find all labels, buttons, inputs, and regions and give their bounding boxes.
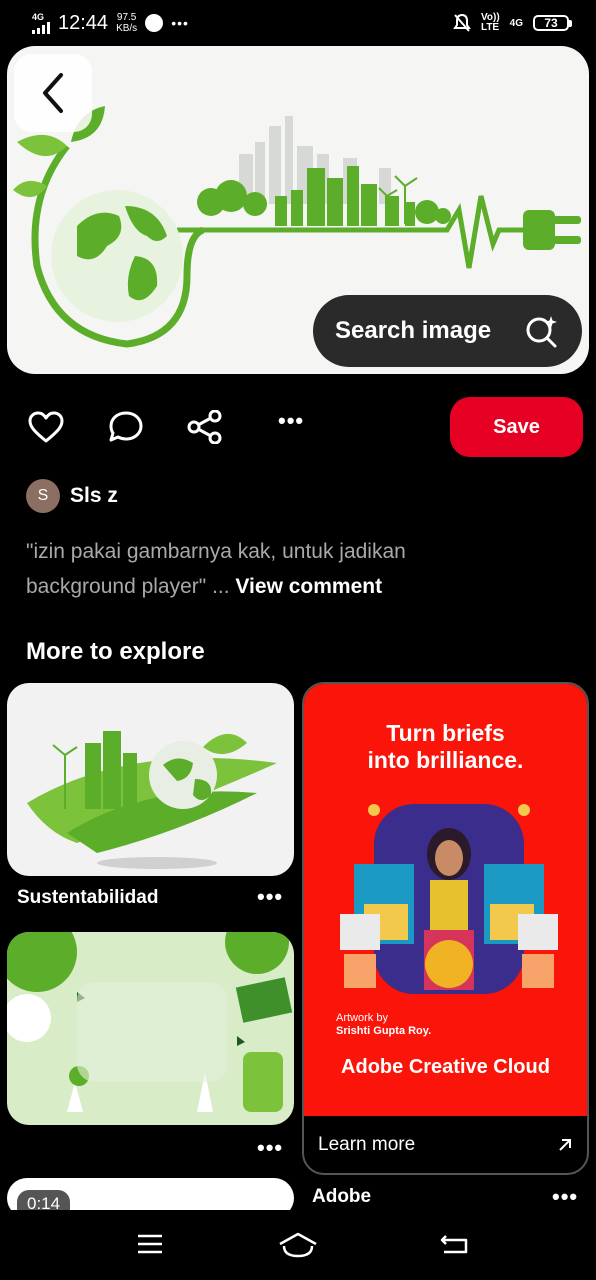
back-button[interactable]	[14, 54, 92, 132]
heart-icon[interactable]	[27, 410, 65, 444]
status-bar: 4G 12:44 97.5 KB/s ••• Vo)) LTE 4G 73	[0, 0, 596, 46]
promoted-pin-adobe[interactable]: Turn briefs into brilliance. Artwork by …	[302, 682, 589, 1175]
learn-more-label: Learn more	[318, 1134, 416, 1155]
ad-image[interactable]: Turn briefs into brilliance. Artwork by …	[304, 684, 587, 1116]
username: Sls z	[70, 484, 118, 507]
network-speed: 97.5 KB/s	[116, 12, 138, 34]
system-nav-bar	[0, 1210, 596, 1280]
more-notifications-icon: •••	[171, 15, 189, 31]
view-comment-link[interactable]: View comment	[235, 575, 382, 598]
save-button[interactable]: Save	[450, 397, 583, 457]
home-icon[interactable]	[278, 1232, 318, 1258]
pin-card-sustentabilidad[interactable]	[7, 683, 294, 876]
mute-bell-icon	[453, 13, 471, 32]
learn-more-button[interactable]: Learn more	[304, 1116, 587, 1173]
pin-more-icon[interactable]: •••	[257, 884, 283, 910]
pin-title[interactable]: Sustentabilidad	[17, 887, 158, 909]
ad-artwork-credit: Artwork by Srishti Gupta Roy.	[336, 1012, 432, 1037]
battery-icon: 73	[533, 15, 572, 31]
share-icon[interactable]	[186, 410, 224, 444]
pin-more-icon[interactable]: •••	[257, 1135, 283, 1161]
back-nav-icon[interactable]	[438, 1232, 470, 1256]
chevron-left-icon	[43, 73, 63, 113]
ad-more-icon[interactable]: •••	[552, 1184, 578, 1210]
more-options-icon[interactable]: •••	[278, 408, 304, 434]
external-link-icon	[559, 1139, 571, 1151]
comment-author[interactable]: S Sls z	[26, 479, 118, 513]
search-image-button[interactable]: Search image	[313, 295, 582, 367]
menu-icon[interactable]	[136, 1232, 164, 1256]
clock: 12:44	[58, 11, 109, 34]
ad-brand-logo: Adobe Creative Cloud	[341, 1056, 550, 1078]
ad-headline: Turn briefs into brilliance.	[367, 720, 524, 773]
avatar: S	[26, 479, 60, 513]
app-notification-icon	[145, 14, 164, 32]
comment-icon[interactable]	[107, 410, 145, 444]
comment-text: "izin pakai gambarnya kak, untuk jadikan…	[26, 534, 496, 604]
signal-icon: 4G	[32, 12, 50, 34]
section-title: More to explore	[26, 638, 205, 665]
visual-search-icon	[526, 316, 557, 348]
volte-indicator: Vo)) LTE	[480, 12, 500, 33]
search-image-label: Search image	[335, 317, 492, 344]
pin-card-green-frame[interactable]	[7, 932, 294, 1125]
advertiser-name[interactable]: Adobe	[312, 1186, 371, 1208]
network-type: 4G	[509, 17, 523, 29]
